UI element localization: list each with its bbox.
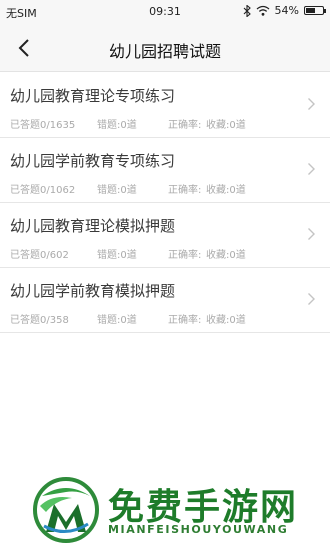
exam-title: 幼儿园学前教育专项练习	[10, 152, 176, 170]
collected-count: 收藏:0道	[206, 120, 246, 131]
watermark: 免费手游网 MIANFEISHOUYOUWANG	[0, 470, 330, 550]
list-item[interactable]: 幼儿园教育理论模拟押题 已答题0/602 错题:0道 正确率: 收藏:0道	[0, 203, 330, 268]
status-bar: 无SIM 09:31 54%	[0, 0, 330, 24]
exam-list: 幼儿园教育理论专项练习 已答题0/1635 错题:0道 正确率: 收藏:0道 幼…	[0, 73, 330, 333]
battery-icon	[304, 6, 326, 15]
status-icons: 54%	[243, 4, 326, 17]
list-item[interactable]: 幼儿园学前教育模拟押题 已答题0/358 错题:0道 正确率: 收藏:0道	[0, 268, 330, 333]
collected-count: 收藏:0道	[206, 250, 246, 261]
accuracy-label: 正确率:	[168, 185, 202, 196]
chevron-right-icon	[308, 98, 315, 110]
accuracy-label: 正确率:	[168, 250, 202, 261]
wrong-count: 错题:0道	[97, 120, 137, 131]
wrong-count: 错题:0道	[97, 250, 137, 261]
wrong-count: 错题:0道	[97, 315, 137, 326]
exam-title: 幼儿园教育理论专项练习	[10, 87, 176, 105]
watermark-subtitle: MIANFEISHOUYOUWANG	[108, 523, 289, 536]
answered-count: 已答题0/358	[10, 315, 69, 326]
accuracy-label: 正确率:	[168, 120, 202, 131]
collected-count: 收藏:0道	[206, 185, 246, 196]
collected-count: 收藏:0道	[206, 315, 246, 326]
wrong-count: 错题:0道	[97, 185, 137, 196]
nav-bar: 幼儿园招聘试题	[0, 24, 330, 72]
chevron-right-icon	[308, 293, 315, 305]
bluetooth-icon	[243, 4, 251, 17]
page-title: 幼儿园招聘试题	[108, 42, 221, 61]
accuracy-label: 正确率:	[168, 315, 202, 326]
chevron-right-icon	[308, 228, 315, 240]
list-item[interactable]: 幼儿园学前教育专项练习 已答题0/1062 错题:0道 正确率: 收藏:0道	[0, 138, 330, 203]
answered-count: 已答题0/1635	[10, 120, 76, 131]
exam-title: 幼儿园教育理论模拟押题	[10, 217, 176, 235]
exam-title: 幼儿园学前教育模拟押题	[10, 282, 176, 300]
chevron-right-icon	[308, 163, 315, 175]
watermark-logo-icon	[33, 477, 99, 543]
answered-count: 已答题0/1062	[10, 185, 76, 196]
answered-count: 已答题0/602	[10, 250, 69, 261]
wifi-icon	[256, 5, 269, 16]
battery-percent: 54%	[274, 4, 299, 17]
list-item[interactable]: 幼儿园教育理论专项练习 已答题0/1635 错题:0道 正确率: 收藏:0道	[0, 73, 330, 138]
